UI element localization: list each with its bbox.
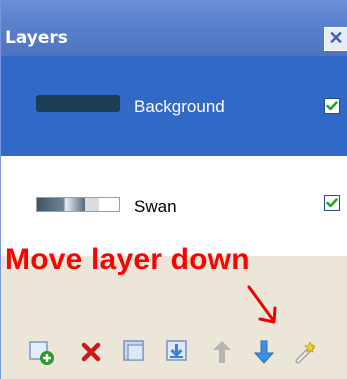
annotation-arrow-icon [247,285,277,324]
layer-name: Background [134,97,225,116]
move-layer-down-icon [253,340,275,364]
panel-title: Layers [5,28,68,48]
add-layer-button[interactable] [27,338,55,366]
move-layer-down-button[interactable] [250,338,278,366]
duplicate-layer-icon [123,340,144,361]
layer-visibility-checkbox[interactable] [324,195,340,211]
layer-name: Swan [134,197,177,216]
transparency-preview [85,198,99,211]
swan-photo-preview [37,198,85,211]
merge-layer-down-icon [166,340,187,361]
duplicate-layer-button[interactable] [121,338,149,366]
layer-properties-button[interactable] [293,338,321,366]
checkmark-icon [326,101,338,111]
background-thumbnail [36,95,120,112]
layer-visibility-checkbox[interactable] [324,98,340,114]
delete-layer-icon [81,342,101,362]
swan-thumbnail [36,197,120,212]
merge-layer-down-button[interactable] [164,338,192,366]
move-layer-up-icon [213,341,231,363]
delete-layer-button[interactable] [78,338,106,366]
layer-row-swan[interactable]: Swan [1,156,347,256]
layer-properties-icon [295,340,316,364]
close-icon: ✕ [328,28,344,48]
layer-row-background[interactable]: Background [1,56,347,156]
close-button[interactable]: ✕ [324,27,347,51]
title-bar[interactable]: Layers ✕ [1,0,347,56]
layers-toolbar [1,331,347,379]
layers-panel: Layers ✕ Background Swan Move layer down [0,0,347,379]
move-layer-up-button[interactable] [208,338,236,366]
annotation-text: Move layer down [5,243,250,276]
add-layer-icon [29,341,54,365]
checkmark-icon [326,198,338,208]
